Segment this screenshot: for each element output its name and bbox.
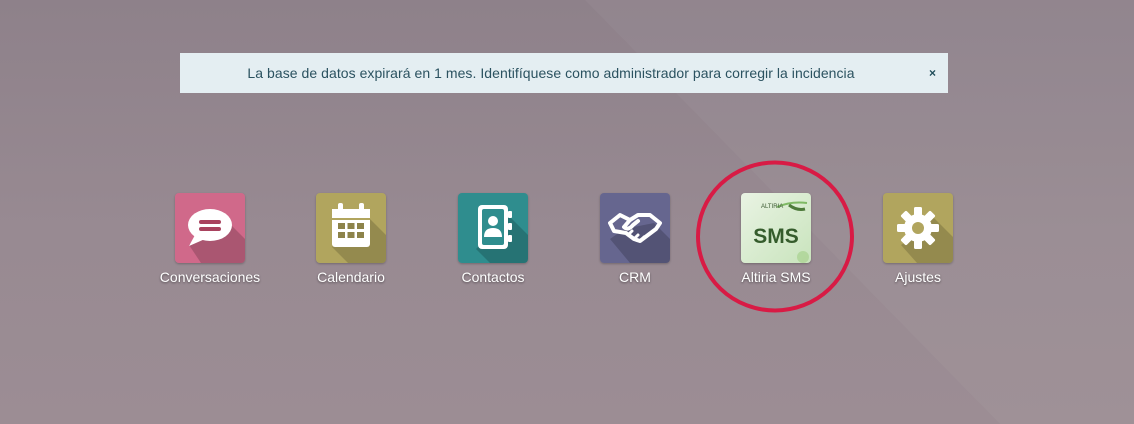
alert-message: La base de datos expirará en 1 mes. Iden… [247,65,855,81]
app-label: Altiria SMS [741,269,811,285]
sms-logo-text: SMS [753,225,799,248]
app-tile-calendario [316,193,386,263]
app-label: Conversaciones [159,269,261,285]
gear-icon [883,193,953,263]
app-altiria-sms[interactable]: ALTIRIA SMS Altiria SMS [706,193,846,293]
app-crm[interactable]: CRM [565,193,705,293]
app-tile-contactos [458,193,528,263]
calendar-icon [316,193,386,263]
altiria-sms-logo: ALTIRIA SMS [741,193,811,263]
app-contactos[interactable]: Contactos [423,193,563,293]
handshake-icon [600,193,670,263]
app-tile-altiria-sms: ALTIRIA SMS [741,193,811,263]
database-expiry-alert: La base de datos expirará en 1 mes. Iden… [180,53,948,93]
close-icon[interactable]: × [929,53,936,93]
app-tile-conversaciones [175,193,245,263]
app-label: Calendario [317,269,385,285]
app-conversaciones[interactable]: Conversaciones [140,193,280,293]
app-label: Contactos [461,269,525,285]
app-tile-ajustes [883,193,953,263]
app-label: Ajustes [895,269,941,285]
contact-book-icon [458,193,528,263]
app-calendario[interactable]: Calendario [281,193,421,293]
app-ajustes[interactable]: Ajustes [848,193,988,293]
app-label: CRM [619,269,651,285]
app-tile-crm [600,193,670,263]
chat-bubble-icon [175,193,245,263]
altiria-brand-text: ALTIRIA [761,204,783,210]
